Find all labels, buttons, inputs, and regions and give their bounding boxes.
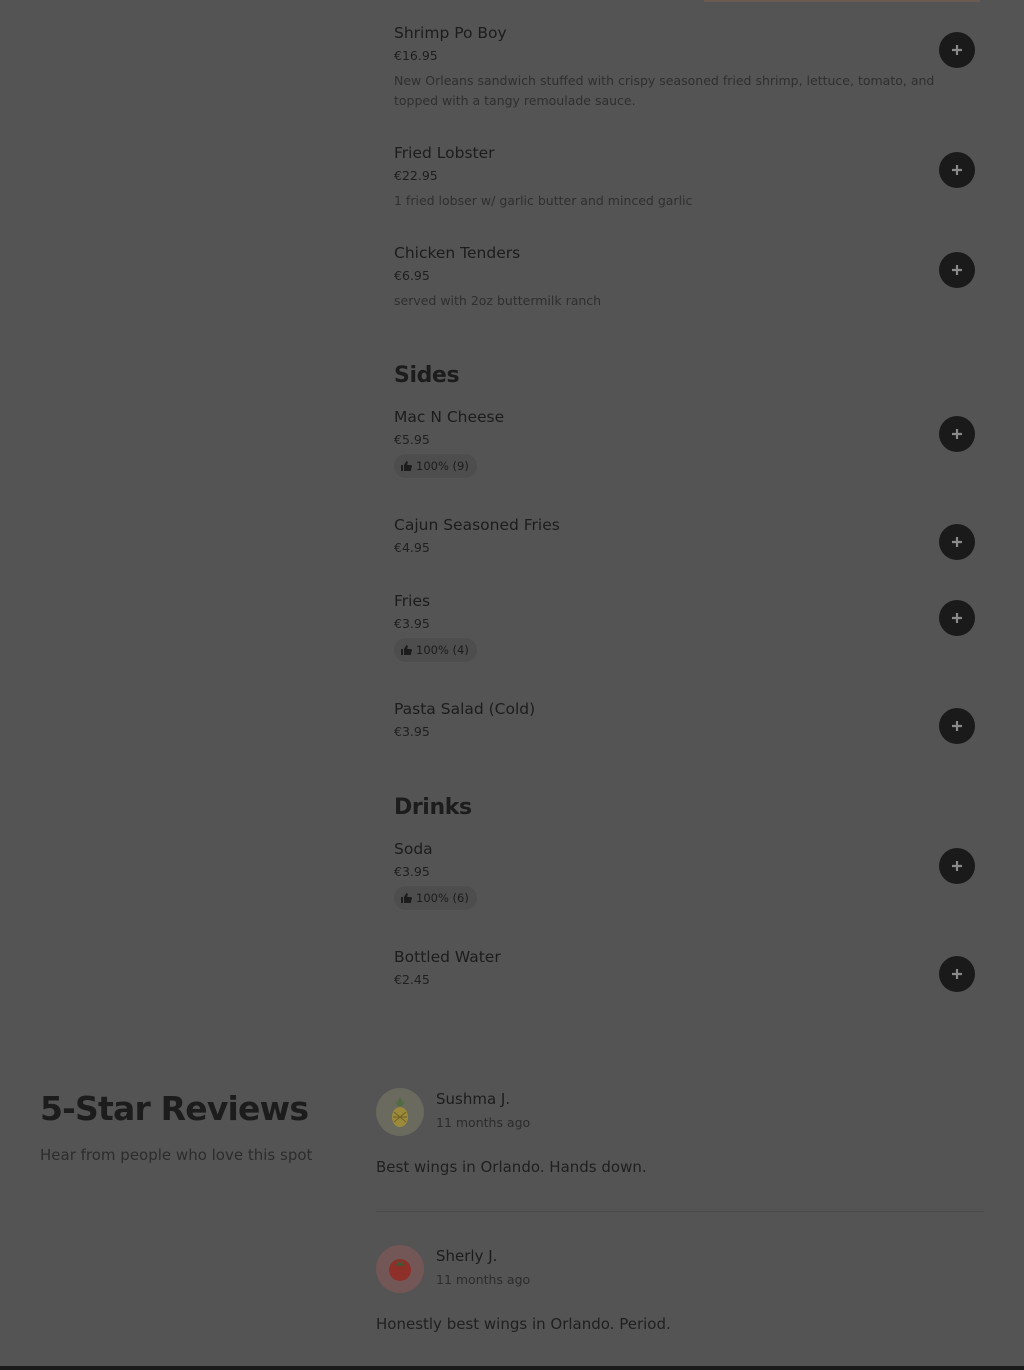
menu-item-bottled-water[interactable]: Bottled Water €2.45 [394,946,984,996]
review-card: Sherly J. 11 months ago Honestly best wi… [376,1245,984,1345]
avatar [376,1245,424,1293]
reviews-subtitle: Hear from people who love this spot [40,1146,313,1164]
top-edge-strip [704,0,980,2]
review-divider [376,1211,984,1212]
item-description: served with 2oz buttermilk ranch [394,293,602,308]
section-title-sides: Sides [394,363,460,388]
menu-item-soda[interactable]: Soda €3.95 100% (6) [394,838,984,918]
thumbs-up-icon [400,644,412,656]
item-name: Fries [394,592,431,610]
item-name: Mac N Cheese [394,408,505,426]
add-item-button[interactable] [939,416,975,452]
review-card: Sushma J. 11 months ago Best wings in Or… [376,1088,984,1188]
rating-badge: 100% (6) [394,886,477,910]
item-price: €22.95 [394,168,438,183]
item-name: Chicken Tenders [394,244,521,262]
add-item-button[interactable] [939,708,975,744]
item-name: Cajun Seasoned Fries [394,516,560,534]
item-price: €6.95 [394,268,430,283]
review-text: Honestly best wings in Orlando. Period. [376,1315,671,1333]
add-item-button[interactable] [939,848,975,884]
item-description: 1 fried lobser w/ garlic butter and minc… [394,193,693,208]
reviewer-name: Sushma J. [436,1090,511,1108]
item-price: €16.95 [394,48,438,63]
item-price: €3.95 [394,616,430,631]
menu-item-fries[interactable]: Fries €3.95 100% (4) [394,590,984,670]
item-name: Pasta Salad (Cold) [394,700,536,718]
menu-item-mac-n-cheese[interactable]: Mac N Cheese €5.95 100% (9) [394,406,984,486]
menu-item-shrimp-po-boy[interactable]: Shrimp Po Boy €16.95 New Orleans sandwic… [394,22,984,117]
rating-text: 100% (6) [416,891,469,905]
plus-icon [952,165,962,175]
item-name: Fried Lobster [394,144,495,162]
add-item-button[interactable] [939,252,975,288]
plus-icon [952,861,962,871]
thumbs-up-icon [400,892,412,904]
item-name: Bottled Water [394,948,501,966]
item-price: €2.45 [394,972,430,987]
plus-icon [952,429,962,439]
menu-item-chicken-tenders[interactable]: Chicken Tenders €6.95 served with 2oz bu… [394,242,984,317]
add-item-button[interactable] [939,32,975,68]
menu-item-cajun-seasoned-fries[interactable]: Cajun Seasoned Fries €4.95 [394,514,984,564]
avatar [376,1088,424,1136]
review-text: Best wings in Orlando. Hands down. [376,1158,647,1176]
item-price: €3.95 [394,724,430,739]
thumbs-up-icon [400,460,412,472]
reviewer-name: Sherly J. [436,1247,498,1265]
item-name: Soda [394,840,433,858]
rating-text: 100% (9) [416,459,469,473]
review-time: 11 months ago [436,1272,531,1287]
add-item-button[interactable] [939,956,975,992]
plus-icon [952,537,962,547]
plus-icon [952,613,962,623]
plus-icon [952,721,962,731]
reviews-title: 5-Star Reviews [40,1089,309,1128]
pineapple-icon [392,1097,408,1127]
item-description: New Orleans sandwich stuffed with crispy… [394,73,935,108]
review-time: 11 months ago [436,1115,531,1130]
item-price: €4.95 [394,540,430,555]
item-name: Shrimp Po Boy [394,24,507,42]
rating-text: 100% (4) [416,643,469,657]
add-item-button[interactable] [939,600,975,636]
tomato-icon [389,1259,411,1281]
rating-badge: 100% (9) [394,454,477,478]
section-title-drinks: Drinks [394,795,472,820]
menu-item-pasta-salad[interactable]: Pasta Salad (Cold) €3.95 [394,698,984,748]
item-price: €5.95 [394,432,430,447]
plus-icon [952,969,962,979]
plus-icon [952,45,962,55]
add-item-button[interactable] [939,524,975,560]
plus-icon [952,265,962,275]
menu-item-fried-lobster[interactable]: Fried Lobster €22.95 1 fried lobser w/ g… [394,142,984,217]
add-item-button[interactable] [939,152,975,188]
bottom-edge [0,1366,1024,1370]
item-price: €3.95 [394,864,430,879]
rating-badge: 100% (4) [394,638,477,662]
